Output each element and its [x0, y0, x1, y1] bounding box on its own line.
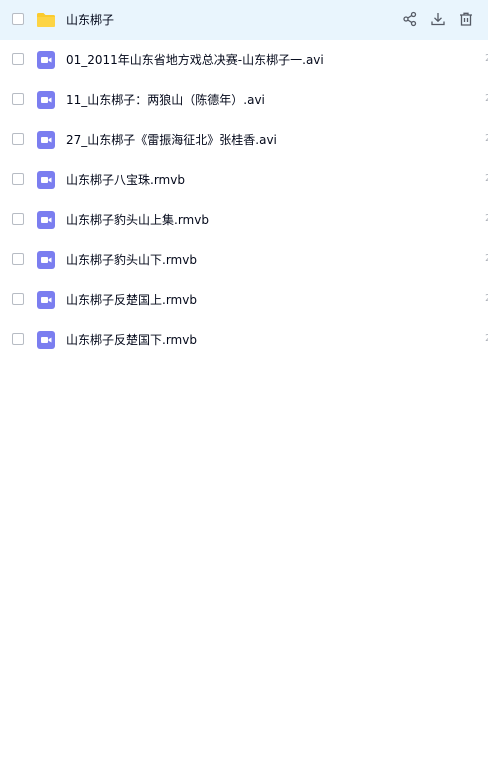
file-name[interactable]: 山东梆子反楚国下.rmvb [66, 330, 197, 350]
row-checkbox[interactable] [12, 13, 24, 25]
video-file-icon [36, 130, 56, 150]
row-checkbox[interactable] [12, 53, 24, 65]
file-row[interactable]: 山东梆子反楚国下.rmvb 2 [0, 320, 488, 360]
share-icon [403, 11, 417, 27]
file-name[interactable]: 山东梆子豹头山下.rmvb [66, 250, 197, 270]
delete-icon [460, 12, 472, 26]
video-file-icon [36, 330, 56, 350]
file-name[interactable]: 山东梆子八宝珠.rmvb [66, 170, 185, 190]
file-row[interactable]: 11_山东梆子：两狼山（陈德年）.avi 2 [0, 80, 488, 120]
file-name[interactable]: 01_2011年山东省地方戏总决赛-山东梆子一.avi [66, 50, 324, 70]
file-row[interactable]: 山东梆子豹头山上集.rmvb 2 [0, 200, 488, 240]
file-row-folder[interactable]: 山东梆子 [0, 0, 488, 40]
row-actions [392, 9, 476, 29]
file-row[interactable]: 01_2011年山东省地方戏总决赛-山东梆子一.avi 2 [0, 40, 488, 80]
video-file-icon [36, 250, 56, 270]
row-checkbox[interactable] [12, 173, 24, 185]
file-name[interactable]: 11_山东梆子：两狼山（陈德年）.avi [66, 90, 265, 110]
row-checkbox[interactable] [12, 93, 24, 105]
video-file-icon [36, 50, 56, 70]
video-file-icon [36, 290, 56, 310]
file-row[interactable]: 山东梆子反楚国上.rmvb 2 [0, 280, 488, 320]
row-checkbox[interactable] [12, 213, 24, 225]
delete-button[interactable] [456, 9, 476, 29]
video-file-icon [36, 170, 56, 190]
row-checkbox[interactable] [12, 253, 24, 265]
file-name[interactable]: 山东梆子豹头山上集.rmvb [66, 210, 209, 230]
file-row[interactable]: 山东梆子豹头山下.rmvb 2 [0, 240, 488, 280]
video-file-icon [36, 210, 56, 230]
file-row[interactable]: 山东梆子八宝珠.rmvb 2 [0, 160, 488, 200]
download-button[interactable] [428, 9, 448, 29]
file-row[interactable]: 27_山东梆子《雷振海征北》张桂香.avi 2 [0, 120, 488, 160]
file-name[interactable]: 山东梆子反楚国上.rmvb [66, 290, 197, 310]
row-checkbox[interactable] [12, 133, 24, 145]
file-name[interactable]: 山东梆子 [66, 10, 114, 30]
download-icon [431, 13, 445, 26]
video-file-icon [36, 90, 56, 110]
folder-icon [36, 10, 56, 30]
file-name[interactable]: 27_山东梆子《雷振海征北》张桂香.avi [66, 130, 277, 150]
row-checkbox[interactable] [12, 333, 24, 345]
row-checkbox[interactable] [12, 293, 24, 305]
share-button[interactable] [400, 9, 420, 29]
file-list: 山东梆子 01_2011年山东省地方戏总决赛-山东梆子一.avi 11_山东梆子… [0, 0, 488, 760]
